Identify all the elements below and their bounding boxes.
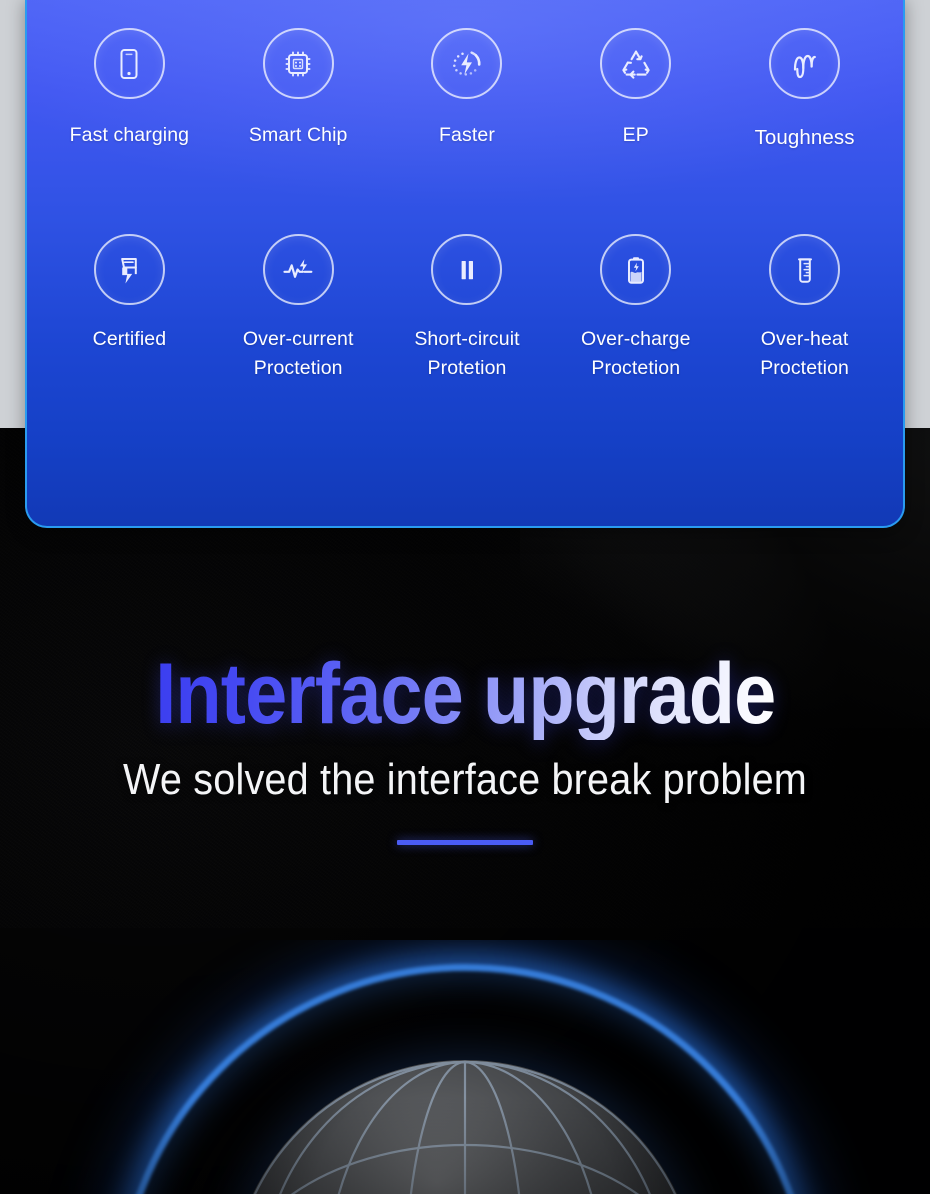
- feature-card: Fast charging Smart Chip Faster EP Tough…: [25, 0, 905, 528]
- thermometer-icon: [769, 234, 841, 305]
- hero-section: Interface upgrade We solved the interfac…: [0, 648, 930, 845]
- feature-item-fast-charging[interactable]: Fast charging: [45, 28, 214, 234]
- feature-item-over-heat[interactable]: Over-heat Proctetion: [720, 234, 889, 440]
- feature-item-over-charge[interactable]: Over-charge Proctetion: [551, 234, 720, 440]
- battery-bolt-icon: [600, 234, 672, 305]
- feature-label: Over-current Proctetion: [242, 328, 354, 379]
- feature-grid: Fast charging Smart Chip Faster EP Tough…: [27, 0, 903, 526]
- certificate-bolt-icon: [93, 234, 165, 305]
- glowing-globe-graphic: [0, 940, 930, 1194]
- page-subtitle: We solved the interface break problem: [123, 755, 807, 804]
- feature-item-ep[interactable]: EP: [551, 28, 720, 234]
- feature-item-certified[interactable]: Certified: [45, 234, 214, 440]
- feature-label: Short-circuit Protetion: [414, 328, 520, 379]
- spring-wave-icon: [769, 28, 841, 99]
- feature-label: Fast charging: [69, 124, 190, 146]
- product-detail-page: Fast charging Smart Chip Faster EP Tough…: [0, 0, 930, 1194]
- pulse-bolt-icon: [262, 234, 334, 305]
- feature-label: Certified: [92, 328, 167, 350]
- speed-bolt-icon: [431, 28, 503, 99]
- accent-divider: [397, 840, 533, 845]
- feature-label: Over-heat Proctetion: [760, 328, 849, 379]
- feature-label: Toughness: [754, 126, 855, 149]
- page-title: Interface upgrade: [154, 646, 776, 742]
- globe-shading: [230, 1060, 700, 1194]
- feature-label: Over-charge Proctetion: [581, 328, 691, 379]
- feature-item-smart-chip[interactable]: Smart Chip: [214, 28, 383, 234]
- recycle-icon: [600, 28, 672, 99]
- feature-item-faster[interactable]: Faster: [383, 28, 552, 234]
- feature-item-short-circuit[interactable]: Short-circuit Protetion: [383, 234, 552, 440]
- chip-icon: [262, 28, 334, 99]
- feature-item-toughness[interactable]: Toughness: [720, 28, 889, 234]
- feature-label: Smart Chip: [248, 124, 348, 146]
- smartphone-icon: [93, 28, 165, 99]
- wireframe-globe: [230, 1060, 700, 1194]
- feature-item-over-current[interactable]: Over-current Proctetion: [214, 234, 383, 440]
- feature-label: Faster: [439, 124, 495, 146]
- feature-label: EP: [622, 124, 649, 146]
- pause-bars-icon: [431, 234, 503, 305]
